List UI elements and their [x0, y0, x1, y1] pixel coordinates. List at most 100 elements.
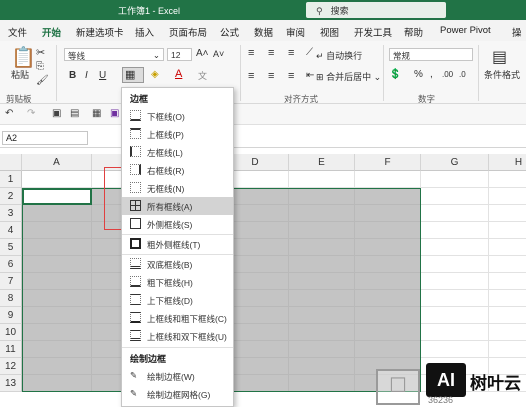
row-header-10[interactable]: 10	[0, 324, 22, 341]
cell[interactable]	[289, 375, 355, 392]
menu-item-left-border[interactable]: 左框线(L)	[122, 143, 233, 161]
row-header-8[interactable]: 8	[0, 290, 22, 307]
cell[interactable]	[421, 239, 489, 256]
menu-item-top-bottom-border[interactable]: 上下框线(D)	[122, 291, 233, 309]
row-header-5[interactable]: 5	[0, 239, 22, 256]
comma-icon[interactable]: ,	[430, 69, 433, 80]
cell[interactable]	[22, 290, 92, 307]
cell[interactable]	[289, 307, 355, 324]
shrink-font-icon[interactable]: A˅	[213, 49, 224, 59]
wrap-text-button[interactable]: ↵ 自动换行	[316, 49, 362, 62]
menu-item-no-border[interactable]: 无框线(N)	[122, 179, 233, 197]
menu-item-top-double-bottom-border[interactable]: 上框线和双下框线(U)	[122, 327, 233, 345]
cut-icon[interactable]: ✂	[36, 46, 45, 59]
copy-icon[interactable]: ⎘	[36, 61, 44, 72]
cell[interactable]	[489, 222, 526, 239]
cell[interactable]	[22, 324, 92, 341]
search-box[interactable]: ⚲ 搜索	[306, 2, 446, 18]
grow-font-icon[interactable]: A˄	[196, 48, 209, 59]
align-middle-icon[interactable]: ≡	[268, 47, 274, 59]
cell[interactable]	[489, 324, 526, 341]
increase-decimal-icon[interactable]: .00	[442, 70, 453, 79]
tab-formulas[interactable]: 公式	[220, 25, 239, 39]
menu-item-thick-bottom-border[interactable]: 粗下框线(H)	[122, 273, 233, 291]
tab-file[interactable]: 文件	[8, 25, 27, 39]
percent-icon[interactable]: %	[414, 69, 423, 80]
font-size-select[interactable]: 12	[167, 48, 192, 61]
column-header-f[interactable]: F	[355, 154, 421, 171]
format-painter-icon[interactable]: 🖌	[36, 75, 49, 86]
cell[interactable]	[355, 324, 421, 341]
cell[interactable]	[421, 171, 489, 188]
cell[interactable]	[355, 239, 421, 256]
cell[interactable]	[421, 188, 489, 205]
cell[interactable]	[489, 205, 526, 222]
indent-icon[interactable]: ⇤	[306, 70, 314, 81]
bold-button[interactable]: B	[69, 70, 76, 81]
italic-button[interactable]: I	[85, 70, 88, 81]
column-header-a[interactable]: A	[22, 154, 92, 171]
cell[interactable]	[289, 341, 355, 358]
cell[interactable]	[289, 239, 355, 256]
cell[interactable]	[355, 171, 421, 188]
column-header-h[interactable]: H	[489, 154, 526, 171]
tab-review[interactable]: 审阅	[286, 25, 305, 39]
cell[interactable]	[22, 273, 92, 290]
menu-item-draw-border[interactable]: ✎ 绘制边框(W)	[122, 367, 233, 385]
cell[interactable]	[421, 307, 489, 324]
row-header-9[interactable]: 9	[0, 307, 22, 324]
underline-button[interactable]: U	[99, 70, 106, 81]
cell[interactable]	[421, 324, 489, 341]
row-header-7[interactable]: 7	[0, 273, 22, 290]
cell[interactable]	[22, 341, 92, 358]
fill-color-icon[interactable]: ◈	[151, 69, 159, 80]
row-header-6[interactable]: 6	[0, 256, 22, 273]
cell[interactable]	[355, 341, 421, 358]
row-header-12[interactable]: 12	[0, 358, 22, 375]
align-right-icon[interactable]: ≡	[288, 70, 294, 82]
menu-item-bottom-border[interactable]: 下框线(O)	[122, 107, 233, 125]
tab-help[interactable]: 帮助	[404, 25, 423, 39]
cell[interactable]	[22, 358, 92, 375]
tab-home[interactable]: 开始	[42, 25, 62, 44]
cell[interactable]	[289, 358, 355, 375]
align-bottom-icon[interactable]: ≡	[288, 47, 294, 59]
cell[interactable]	[355, 205, 421, 222]
tab-page-layout[interactable]: 页面布局	[169, 25, 207, 39]
select-all-corner[interactable]	[0, 154, 22, 171]
cell[interactable]	[289, 222, 355, 239]
paste-button-label[interactable]: 粘贴	[11, 68, 29, 81]
cell[interactable]	[289, 324, 355, 341]
decrease-decimal-icon[interactable]: .0	[459, 70, 466, 79]
number-format-select[interactable]: 常规	[389, 48, 473, 61]
cell[interactable]	[355, 188, 421, 205]
menu-item-draw-border-grid[interactable]: ✎ 绘制边框网格(G)	[122, 385, 233, 403]
tab-more[interactable]: 操	[512, 25, 522, 39]
orientation-icon[interactable]: ⟋	[306, 47, 313, 58]
print-preview-icon[interactable]: ▣	[52, 108, 61, 119]
paste-icon[interactable]: 📋	[11, 45, 36, 70]
cell[interactable]	[355, 307, 421, 324]
column-header-e[interactable]: E	[289, 154, 355, 171]
font-color-icon[interactable]: A	[175, 68, 182, 80]
menu-item-right-border[interactable]: 右框线(R)	[122, 161, 233, 179]
save-as-icon[interactable]: ▤	[70, 108, 79, 119]
cell[interactable]	[22, 375, 92, 392]
row-header-11[interactable]: 11	[0, 341, 22, 358]
cell[interactable]	[421, 341, 489, 358]
cell[interactable]	[355, 222, 421, 239]
cell[interactable]	[355, 256, 421, 273]
form-icon[interactable]: ▦	[92, 108, 101, 119]
cell[interactable]	[289, 256, 355, 273]
row-header-3[interactable]: 3	[0, 205, 22, 222]
cell[interactable]	[489, 341, 526, 358]
currency-icon[interactable]: 💲	[389, 69, 401, 80]
cell[interactable]	[421, 273, 489, 290]
align-center-icon[interactable]: ≡	[268, 70, 274, 82]
cell[interactable]	[421, 256, 489, 273]
cell[interactable]	[22, 171, 92, 188]
tab-data[interactable]: 数据	[254, 25, 273, 39]
cell[interactable]	[489, 307, 526, 324]
conditional-format-label[interactable]: 条件格式	[484, 68, 520, 81]
cell[interactable]	[289, 205, 355, 222]
